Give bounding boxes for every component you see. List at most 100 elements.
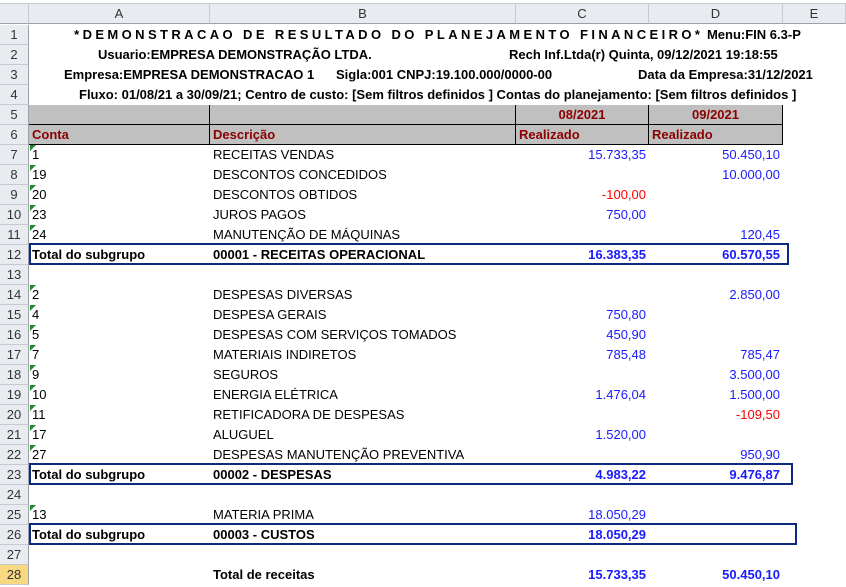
rech-timestamp[interactable]: Rech Inf.Ltda(r) Quinta, 09/12/2021 19:1… [506, 45, 781, 65]
conta-header[interactable]: Conta [29, 125, 210, 145]
conta-cell[interactable]: 17 [29, 425, 210, 445]
conta-cell[interactable]: 5 [29, 325, 210, 345]
column-header-e[interactable]: E [783, 4, 846, 24]
descricao-cell[interactable]: ALUGUEL [210, 425, 516, 445]
value-cell-d[interactable] [649, 325, 783, 345]
value-cell-c[interactable]: 18.050,29 [516, 505, 649, 525]
value-cell-d[interactable]: 50.450,10 [649, 145, 783, 165]
descricao-cell[interactable]: DESPESAS DIVERSAS [210, 285, 516, 305]
conta-cell[interactable]: 7 [29, 345, 210, 365]
value-cell-c[interactable] [516, 285, 649, 305]
descricao-cell[interactable]: DESCONTOS CONCEDIDOS [210, 165, 516, 185]
descricao-cell[interactable]: SEGUROS [210, 365, 516, 385]
row-header[interactable]: 3 [0, 65, 29, 85]
conta-cell[interactable]: 19 [29, 165, 210, 185]
value-cell-c[interactable] [516, 365, 649, 385]
descricao-cell[interactable]: MANUTENÇÃO DE MÁQUINAS [210, 225, 516, 245]
conta-cell[interactable]: 13 [29, 505, 210, 525]
column-header-d[interactable]: D [649, 4, 783, 24]
value-cell-d[interactable] [649, 185, 783, 205]
row-header[interactable]: 21 [0, 425, 29, 445]
row-header[interactable]: 20 [0, 405, 29, 425]
select-all-corner[interactable] [0, 4, 29, 24]
row-header[interactable]: 12 [0, 245, 29, 265]
row-header[interactable]: 19 [0, 385, 29, 405]
row-header[interactable]: 8 [0, 165, 29, 185]
value-cell-c[interactable]: 450,90 [516, 325, 649, 345]
row-header[interactable]: 1 [0, 25, 29, 45]
value-cell-c[interactable]: 1.520,00 [516, 425, 649, 445]
value-cell-d[interactable] [649, 305, 783, 325]
row-header[interactable]: 27 [0, 545, 29, 565]
header-cell[interactable] [210, 105, 516, 125]
conta-cell[interactable]: 24 [29, 225, 210, 245]
conta-cell[interactable]: 27 [29, 445, 210, 465]
value-cell-d[interactable] [649, 205, 783, 225]
descricao-cell[interactable]: RETIFICADORA DE DESPESAS [210, 405, 516, 425]
value-cell-d[interactable]: 10.000,00 [649, 165, 783, 185]
value-cell-c[interactable]: 15.733,35 [516, 565, 649, 585]
row-header[interactable]: 26 [0, 525, 29, 545]
row-header[interactable]: 14 [0, 285, 29, 305]
value-cell-c[interactable] [516, 405, 649, 425]
conta-cell[interactable] [29, 565, 210, 585]
sigla-cnpj[interactable]: Sigla:001 CNPJ:19.100.000/0000-00 [333, 65, 555, 85]
descricao-header[interactable]: Descrição [210, 125, 516, 145]
column-header-b[interactable]: B [210, 4, 516, 24]
row-header[interactable]: 7 [0, 145, 29, 165]
descricao-cell[interactable]: RECEITAS VENDAS [210, 145, 516, 165]
realizado-header-c[interactable]: Realizado [516, 125, 649, 145]
value-cell-d[interactable]: 2.850,00 [649, 285, 783, 305]
conta-cell[interactable]: 10 [29, 385, 210, 405]
conta-cell[interactable]: 9 [29, 365, 210, 385]
row-header[interactable]: 10 [0, 205, 29, 225]
row-header[interactable]: 6 [0, 125, 29, 145]
row-header[interactable]: 16 [0, 325, 29, 345]
row-header[interactable]: 5 [0, 105, 29, 125]
fluxo-filtros[interactable]: Fluxo: 01/08/21 a 30/09/21; Centro de cu… [76, 85, 799, 105]
report-title-line[interactable]: *DEMONSTRACAO DE RESULTADO DO PLANEJAMEN… [29, 25, 846, 45]
value-cell-c[interactable]: 750,80 [516, 305, 649, 325]
value-cell-c[interactable]: 15.733,35 [516, 145, 649, 165]
row-header[interactable]: 4 [0, 85, 29, 105]
descricao-cell[interactable]: DESPESA GERAIS [210, 305, 516, 325]
value-cell-c[interactable]: 785,48 [516, 345, 649, 365]
row-header[interactable]: 17 [0, 345, 29, 365]
header-cell[interactable] [29, 105, 210, 125]
conta-cell[interactable]: 4 [29, 305, 210, 325]
value-cell-d[interactable]: 50.450,10 [649, 565, 783, 585]
descricao-cell[interactable]: DESPESAS MANUTENÇÃO PREVENTIVA [210, 445, 516, 465]
period-08-2021[interactable]: 08/2021 [516, 105, 649, 125]
row-header[interactable]: 25 [0, 505, 29, 525]
value-cell-d[interactable]: 3.500,00 [649, 365, 783, 385]
row-header[interactable]: 11 [0, 225, 29, 245]
descricao-cell[interactable]: MATERIAIS INDIRETOS [210, 345, 516, 365]
value-cell-d[interactable]: 950,90 [649, 445, 783, 465]
value-cell-c[interactable]: 750,00 [516, 205, 649, 225]
row-header[interactable]: 28 [0, 565, 29, 585]
empresa[interactable]: Empresa:EMPRESA DEMONSTRACAO 1 [61, 65, 317, 85]
realizado-header-d[interactable]: Realizado [649, 125, 783, 145]
row-header[interactable]: 22 [0, 445, 29, 465]
value-cell-d[interactable]: 785,47 [649, 345, 783, 365]
column-header-c[interactable]: C [516, 4, 649, 24]
row-header[interactable]: 15 [0, 305, 29, 325]
conta-cell[interactable]: 1 [29, 145, 210, 165]
value-cell-d[interactable]: 120,45 [649, 225, 783, 245]
usuario[interactable]: Usuario:EMPRESA DEMONSTRAÇÃO LTDA. [95, 45, 375, 65]
value-cell-c[interactable]: 1.476,04 [516, 385, 649, 405]
data-empresa[interactable]: Data da Empresa:31/12/2021 [635, 65, 816, 85]
value-cell-c[interactable] [516, 165, 649, 185]
descricao-cell[interactable]: DESCONTOS OBTIDOS [210, 185, 516, 205]
conta-cell[interactable]: 11 [29, 405, 210, 425]
descricao-cell[interactable]: DESPESAS COM SERVIÇOS TOMADOS [210, 325, 516, 345]
conta-cell[interactable]: 2 [29, 285, 210, 305]
value-cell-d[interactable]: -109,50 [649, 405, 783, 425]
value-cell-d[interactable] [649, 425, 783, 445]
conta-cell[interactable]: 20 [29, 185, 210, 205]
conta-cell[interactable]: 23 [29, 205, 210, 225]
value-cell-c[interactable]: -100,00 [516, 185, 649, 205]
descricao-cell[interactable]: Total de receitas [210, 565, 516, 585]
value-cell-d[interactable] [649, 505, 783, 525]
row-header[interactable]: 18 [0, 365, 29, 385]
